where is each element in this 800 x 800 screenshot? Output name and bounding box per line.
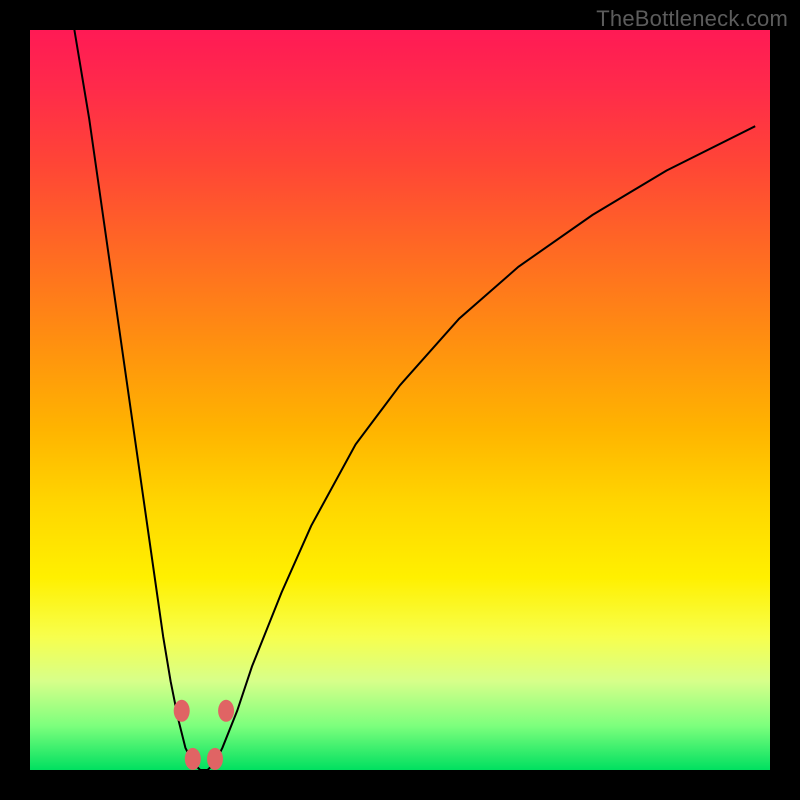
bottleneck-curve <box>74 30 755 770</box>
curve-marker <box>207 748 223 770</box>
plot-area <box>30 30 770 770</box>
curve-marker <box>185 748 201 770</box>
curve-marker <box>174 700 190 722</box>
curve-layer <box>30 30 770 770</box>
curve-marker <box>218 700 234 722</box>
chart-frame: TheBottleneck.com <box>0 0 800 800</box>
watermark-text: TheBottleneck.com <box>596 6 788 32</box>
